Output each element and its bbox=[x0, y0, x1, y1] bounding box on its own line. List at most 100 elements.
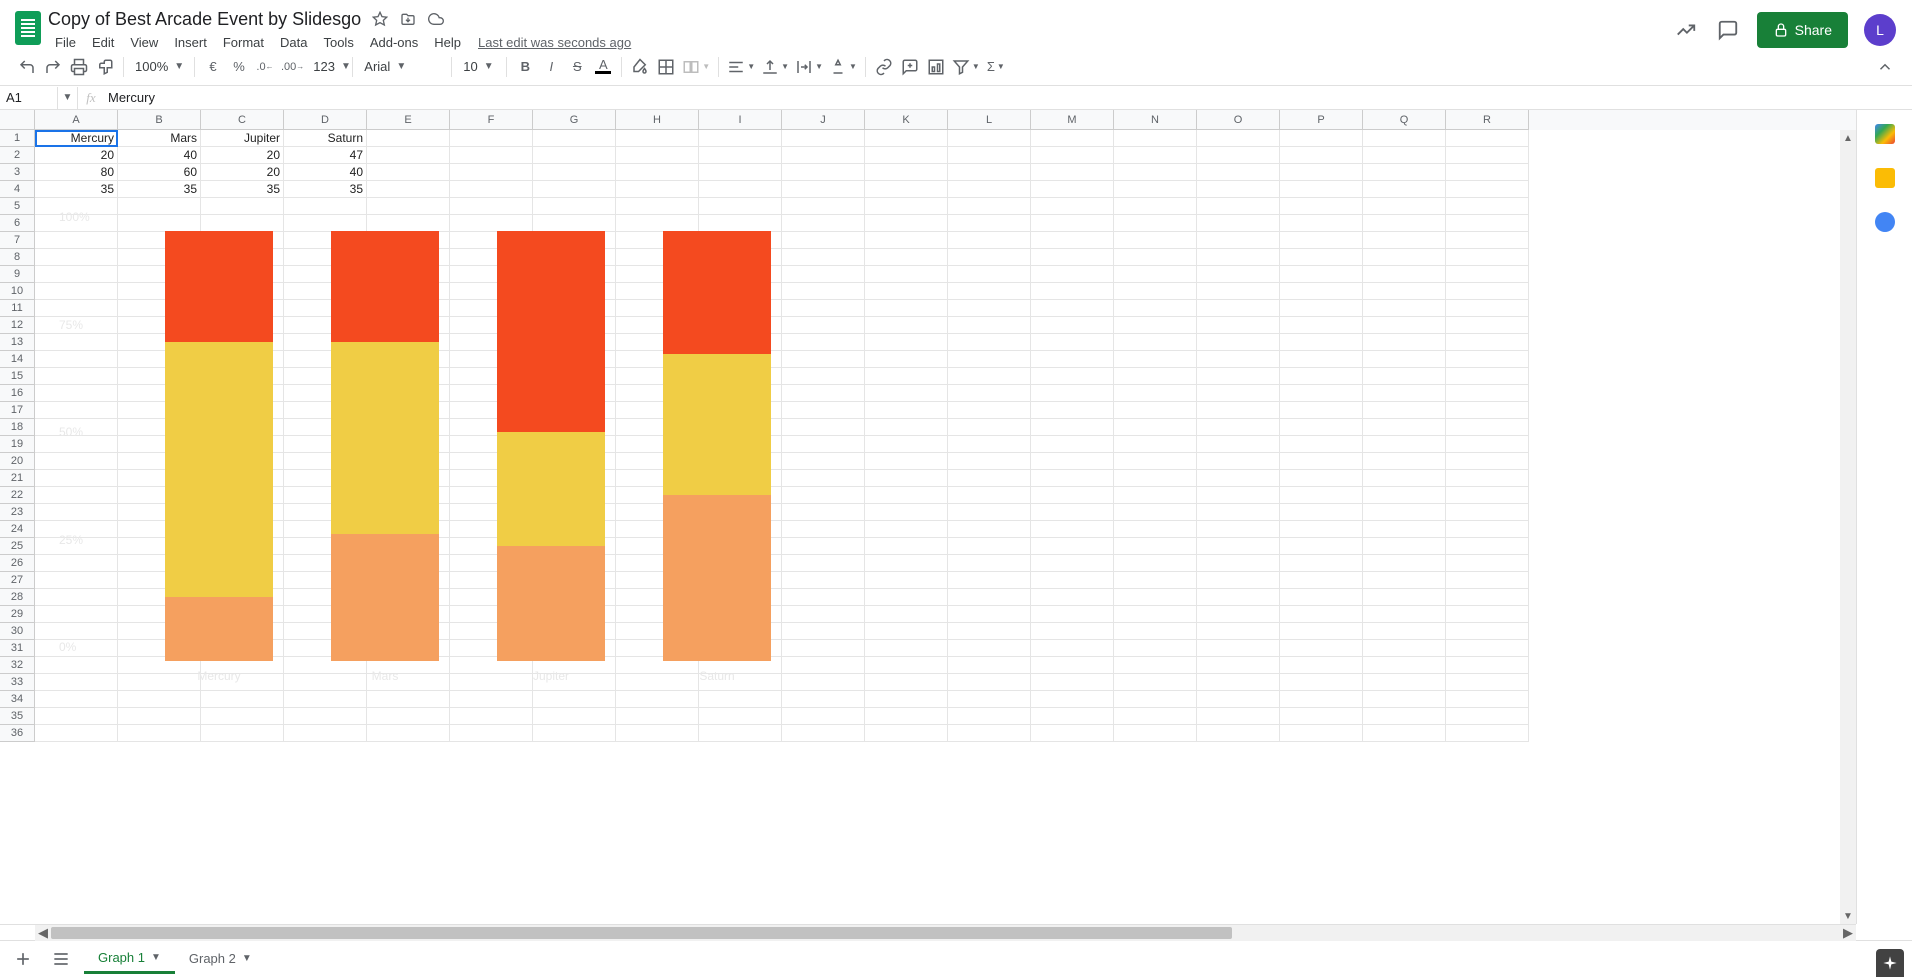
cell[interactable] bbox=[1280, 300, 1363, 317]
cell[interactable] bbox=[948, 147, 1031, 164]
cell[interactable] bbox=[948, 487, 1031, 504]
cell[interactable] bbox=[699, 283, 782, 300]
cell[interactable] bbox=[1280, 504, 1363, 521]
redo-button[interactable] bbox=[40, 54, 66, 80]
cell[interactable] bbox=[1114, 470, 1197, 487]
cell[interactable] bbox=[118, 368, 201, 385]
cell[interactable] bbox=[118, 725, 201, 742]
cell[interactable] bbox=[284, 198, 367, 215]
cell[interactable] bbox=[533, 147, 616, 164]
cell[interactable] bbox=[35, 436, 118, 453]
cell[interactable] bbox=[865, 283, 948, 300]
cell[interactable] bbox=[1363, 436, 1446, 453]
cell[interactable] bbox=[699, 521, 782, 538]
row-header[interactable]: 9 bbox=[0, 266, 35, 283]
cell[interactable] bbox=[450, 606, 533, 623]
cell[interactable] bbox=[699, 436, 782, 453]
cell[interactable] bbox=[782, 453, 865, 470]
cell[interactable] bbox=[782, 232, 865, 249]
cell[interactable] bbox=[118, 453, 201, 470]
cell[interactable] bbox=[948, 215, 1031, 232]
cell[interactable] bbox=[118, 521, 201, 538]
cell[interactable] bbox=[1446, 538, 1529, 555]
cell[interactable] bbox=[1031, 164, 1114, 181]
cell[interactable] bbox=[1446, 555, 1529, 572]
cell[interactable] bbox=[1197, 657, 1280, 674]
cell[interactable] bbox=[284, 300, 367, 317]
cell[interactable] bbox=[1114, 385, 1197, 402]
cell[interactable] bbox=[284, 725, 367, 742]
cell[interactable] bbox=[1031, 147, 1114, 164]
cell[interactable] bbox=[699, 300, 782, 317]
cell[interactable] bbox=[35, 640, 118, 657]
cell[interactable] bbox=[1114, 215, 1197, 232]
font-family-dropdown[interactable]: Arial▼ bbox=[358, 54, 446, 80]
cell[interactable] bbox=[699, 164, 782, 181]
cell[interactable] bbox=[35, 232, 118, 249]
currency-euro-button[interactable]: € bbox=[200, 54, 226, 80]
cell[interactable] bbox=[865, 538, 948, 555]
cell[interactable] bbox=[616, 504, 699, 521]
cell[interactable] bbox=[616, 708, 699, 725]
menu-view[interactable]: View bbox=[123, 33, 165, 52]
strikethrough-button[interactable]: S bbox=[564, 54, 590, 80]
cell[interactable] bbox=[35, 606, 118, 623]
cell[interactable] bbox=[1363, 232, 1446, 249]
cell[interactable] bbox=[1031, 402, 1114, 419]
cell[interactable] bbox=[1446, 470, 1529, 487]
print-button[interactable] bbox=[66, 54, 92, 80]
cell[interactable] bbox=[1031, 572, 1114, 589]
cell[interactable] bbox=[367, 181, 450, 198]
cell[interactable] bbox=[367, 555, 450, 572]
cell[interactable] bbox=[1280, 215, 1363, 232]
cell[interactable] bbox=[1114, 538, 1197, 555]
cell[interactable] bbox=[865, 300, 948, 317]
cell[interactable] bbox=[1197, 130, 1280, 147]
cell[interactable] bbox=[533, 283, 616, 300]
cell[interactable] bbox=[1363, 283, 1446, 300]
insert-chart-button[interactable] bbox=[923, 54, 949, 80]
cell[interactable]: 40 bbox=[118, 147, 201, 164]
last-edit-link[interactable]: Last edit was seconds ago bbox=[478, 35, 631, 50]
italic-button[interactable]: I bbox=[538, 54, 564, 80]
cell[interactable] bbox=[1031, 725, 1114, 742]
cell[interactable] bbox=[1197, 147, 1280, 164]
cell[interactable] bbox=[1031, 317, 1114, 334]
cell[interactable] bbox=[616, 351, 699, 368]
cell[interactable] bbox=[782, 436, 865, 453]
cell[interactable] bbox=[782, 402, 865, 419]
cell[interactable] bbox=[1031, 215, 1114, 232]
cell[interactable] bbox=[1197, 283, 1280, 300]
cell[interactable] bbox=[782, 521, 865, 538]
cell[interactable] bbox=[284, 708, 367, 725]
cell[interactable] bbox=[782, 147, 865, 164]
cell[interactable] bbox=[1280, 283, 1363, 300]
column-header[interactable]: B bbox=[118, 110, 201, 130]
cell[interactable]: Mercury bbox=[35, 130, 118, 147]
more-formats-dropdown[interactable]: 123▼ bbox=[307, 54, 347, 80]
cell[interactable] bbox=[1363, 215, 1446, 232]
cell[interactable] bbox=[1280, 453, 1363, 470]
cell[interactable] bbox=[1031, 504, 1114, 521]
cell[interactable] bbox=[533, 164, 616, 181]
cell[interactable] bbox=[699, 691, 782, 708]
cell[interactable] bbox=[1446, 334, 1529, 351]
paint-format-button[interactable] bbox=[92, 54, 118, 80]
cell[interactable] bbox=[450, 538, 533, 555]
cell[interactable] bbox=[201, 725, 284, 742]
cell[interactable] bbox=[1280, 147, 1363, 164]
text-color-button[interactable]: A bbox=[590, 54, 616, 80]
cell[interactable] bbox=[201, 640, 284, 657]
cell[interactable] bbox=[948, 555, 1031, 572]
cell[interactable] bbox=[533, 317, 616, 334]
cell[interactable] bbox=[201, 538, 284, 555]
zoom-dropdown[interactable]: 100%▼ bbox=[129, 54, 189, 80]
cell[interactable] bbox=[1446, 504, 1529, 521]
cell[interactable] bbox=[118, 198, 201, 215]
cell[interactable] bbox=[1114, 453, 1197, 470]
cell[interactable] bbox=[865, 436, 948, 453]
cell[interactable] bbox=[782, 640, 865, 657]
cell[interactable] bbox=[782, 674, 865, 691]
cell[interactable] bbox=[201, 283, 284, 300]
cell[interactable] bbox=[284, 453, 367, 470]
